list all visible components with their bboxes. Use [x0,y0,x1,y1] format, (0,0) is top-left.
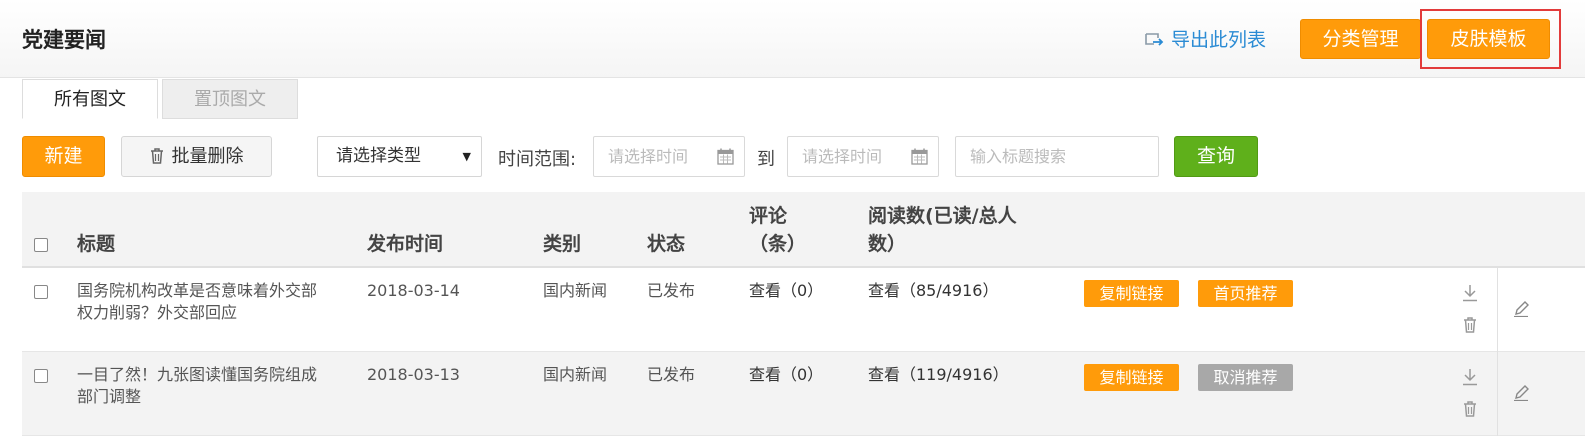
copy-link-button[interactable]: 复制链接 [1084,280,1179,307]
col-status: 状态 [647,233,686,255]
col-comments: 评论 （条） [749,202,806,258]
chevron-down-icon: ▼ [462,150,471,163]
batch-delete-button[interactable]: 批量删除 [121,136,272,177]
to-label: 到 [757,149,775,170]
type-select[interactable]: 请选择类型 ▼ [317,136,482,177]
trash-icon[interactable] [1463,401,1477,417]
calendar-icon [911,148,928,165]
new-button[interactable]: 新建 [22,136,105,177]
col-reads-line2: 数） [868,233,907,255]
edit-pencil-icon[interactable] [1513,301,1529,317]
cancel-recommend-button[interactable]: 取消推荐 [1198,364,1293,391]
publish-date: 2018-03-14 [367,281,460,300]
article-title-line1: 国务院机构改革是否意味着外交部 [77,281,318,300]
skin-template-button[interactable]: 皮肤模板 [1427,19,1550,59]
col-reads: 阅读数(已读/总人 数） [868,202,1017,258]
table-row: 一目了然！九张图读懂国务院组成 部门调整 2018-03-13 国内新闻 已发布… [22,352,1585,436]
copy-link-button[interactable]: 复制链接 [1084,364,1179,391]
tab-pinned-articles[interactable]: 置顶图文 [162,79,298,119]
select-all-checkbox[interactable] [34,238,48,252]
query-button[interactable]: 查询 [1174,136,1258,177]
download-icon[interactable] [1462,368,1478,386]
col-title: 标题 [77,233,116,255]
title-search-input[interactable]: 输入标题搜索 [955,136,1159,177]
page-header: 党建要闻 导出此列表 分类管理 皮肤模板 [0,0,1585,78]
start-date-placeholder: 请选择时间 [608,147,689,166]
end-date-input[interactable]: 请选择时间 [787,136,939,177]
publish-date: 2018-03-13 [367,365,460,384]
row-checkbox[interactable] [34,285,48,299]
article-title-line2: 权力削弱？外交部回应 [77,303,238,322]
start-date-input[interactable]: 请选择时间 [593,136,745,177]
article-title[interactable]: 一目了然！九张图读懂国务院组成 部门调整 [77,364,317,408]
tab-all-articles[interactable]: 所有图文 [22,79,158,119]
edit-pencil-icon[interactable] [1513,385,1529,401]
export-list-link[interactable]: 导出此列表 [1143,25,1266,52]
export-label: 导出此列表 [1171,29,1267,51]
column-divider [1497,268,1498,352]
status: 已发布 [647,281,696,300]
table-header: 标题 发布时间 类别 状态 评论 （条） 阅读数(已读/总人 数） [22,192,1585,268]
page-title: 党建要闻 [22,28,106,52]
col-comments-line1: 评论 [749,205,788,227]
col-publish-time: 发布时间 [367,233,444,255]
calendar-icon [717,148,734,165]
title-search-placeholder: 输入标题搜索 [970,147,1067,166]
export-icon [1145,33,1164,46]
category-manage-button[interactable]: 分类管理 [1300,19,1421,59]
type-select-value: 请选择类型 [336,146,421,166]
homepage-recommend-button[interactable]: 首页推荐 [1198,280,1293,307]
trash-icon[interactable] [1463,317,1477,333]
time-range-label: 时间范围: [498,149,577,170]
view-reads-link[interactable]: 查看（85/4916） [868,280,998,302]
article-title-line2: 部门调整 [77,387,142,406]
view-comments-link[interactable]: 查看（0） [749,364,823,386]
table-row: 国务院机构改革是否意味着外交部 权力削弱？外交部回应 2018-03-14 国内… [22,268,1585,352]
category: 国内新闻 [543,365,608,384]
download-icon[interactable] [1462,284,1478,302]
batch-delete-label: 批量删除 [171,146,244,167]
trash-icon [150,148,163,164]
col-reads-line1: 阅读数(已读/总人 [868,205,1017,227]
category: 国内新闻 [543,281,608,300]
row-checkbox[interactable] [34,369,48,383]
column-divider [1497,352,1498,436]
status: 已发布 [647,365,696,384]
view-reads-link[interactable]: 查看（119/4916） [868,364,1009,386]
view-comments-link[interactable]: 查看（0） [749,280,823,302]
col-comments-line2: （条） [749,233,807,255]
filter-toolbar: 新建 批量删除 请选择类型 ▼ 时间范围: 请选择时间 到 请选择时间 输入标题… [0,136,1585,178]
article-title[interactable]: 国务院机构改革是否意味着外交部 权力削弱？外交部回应 [77,280,317,324]
article-title-line1: 一目了然！九张图读懂国务院组成 [77,365,318,384]
end-date-placeholder: 请选择时间 [802,147,883,166]
col-category: 类别 [543,233,582,255]
